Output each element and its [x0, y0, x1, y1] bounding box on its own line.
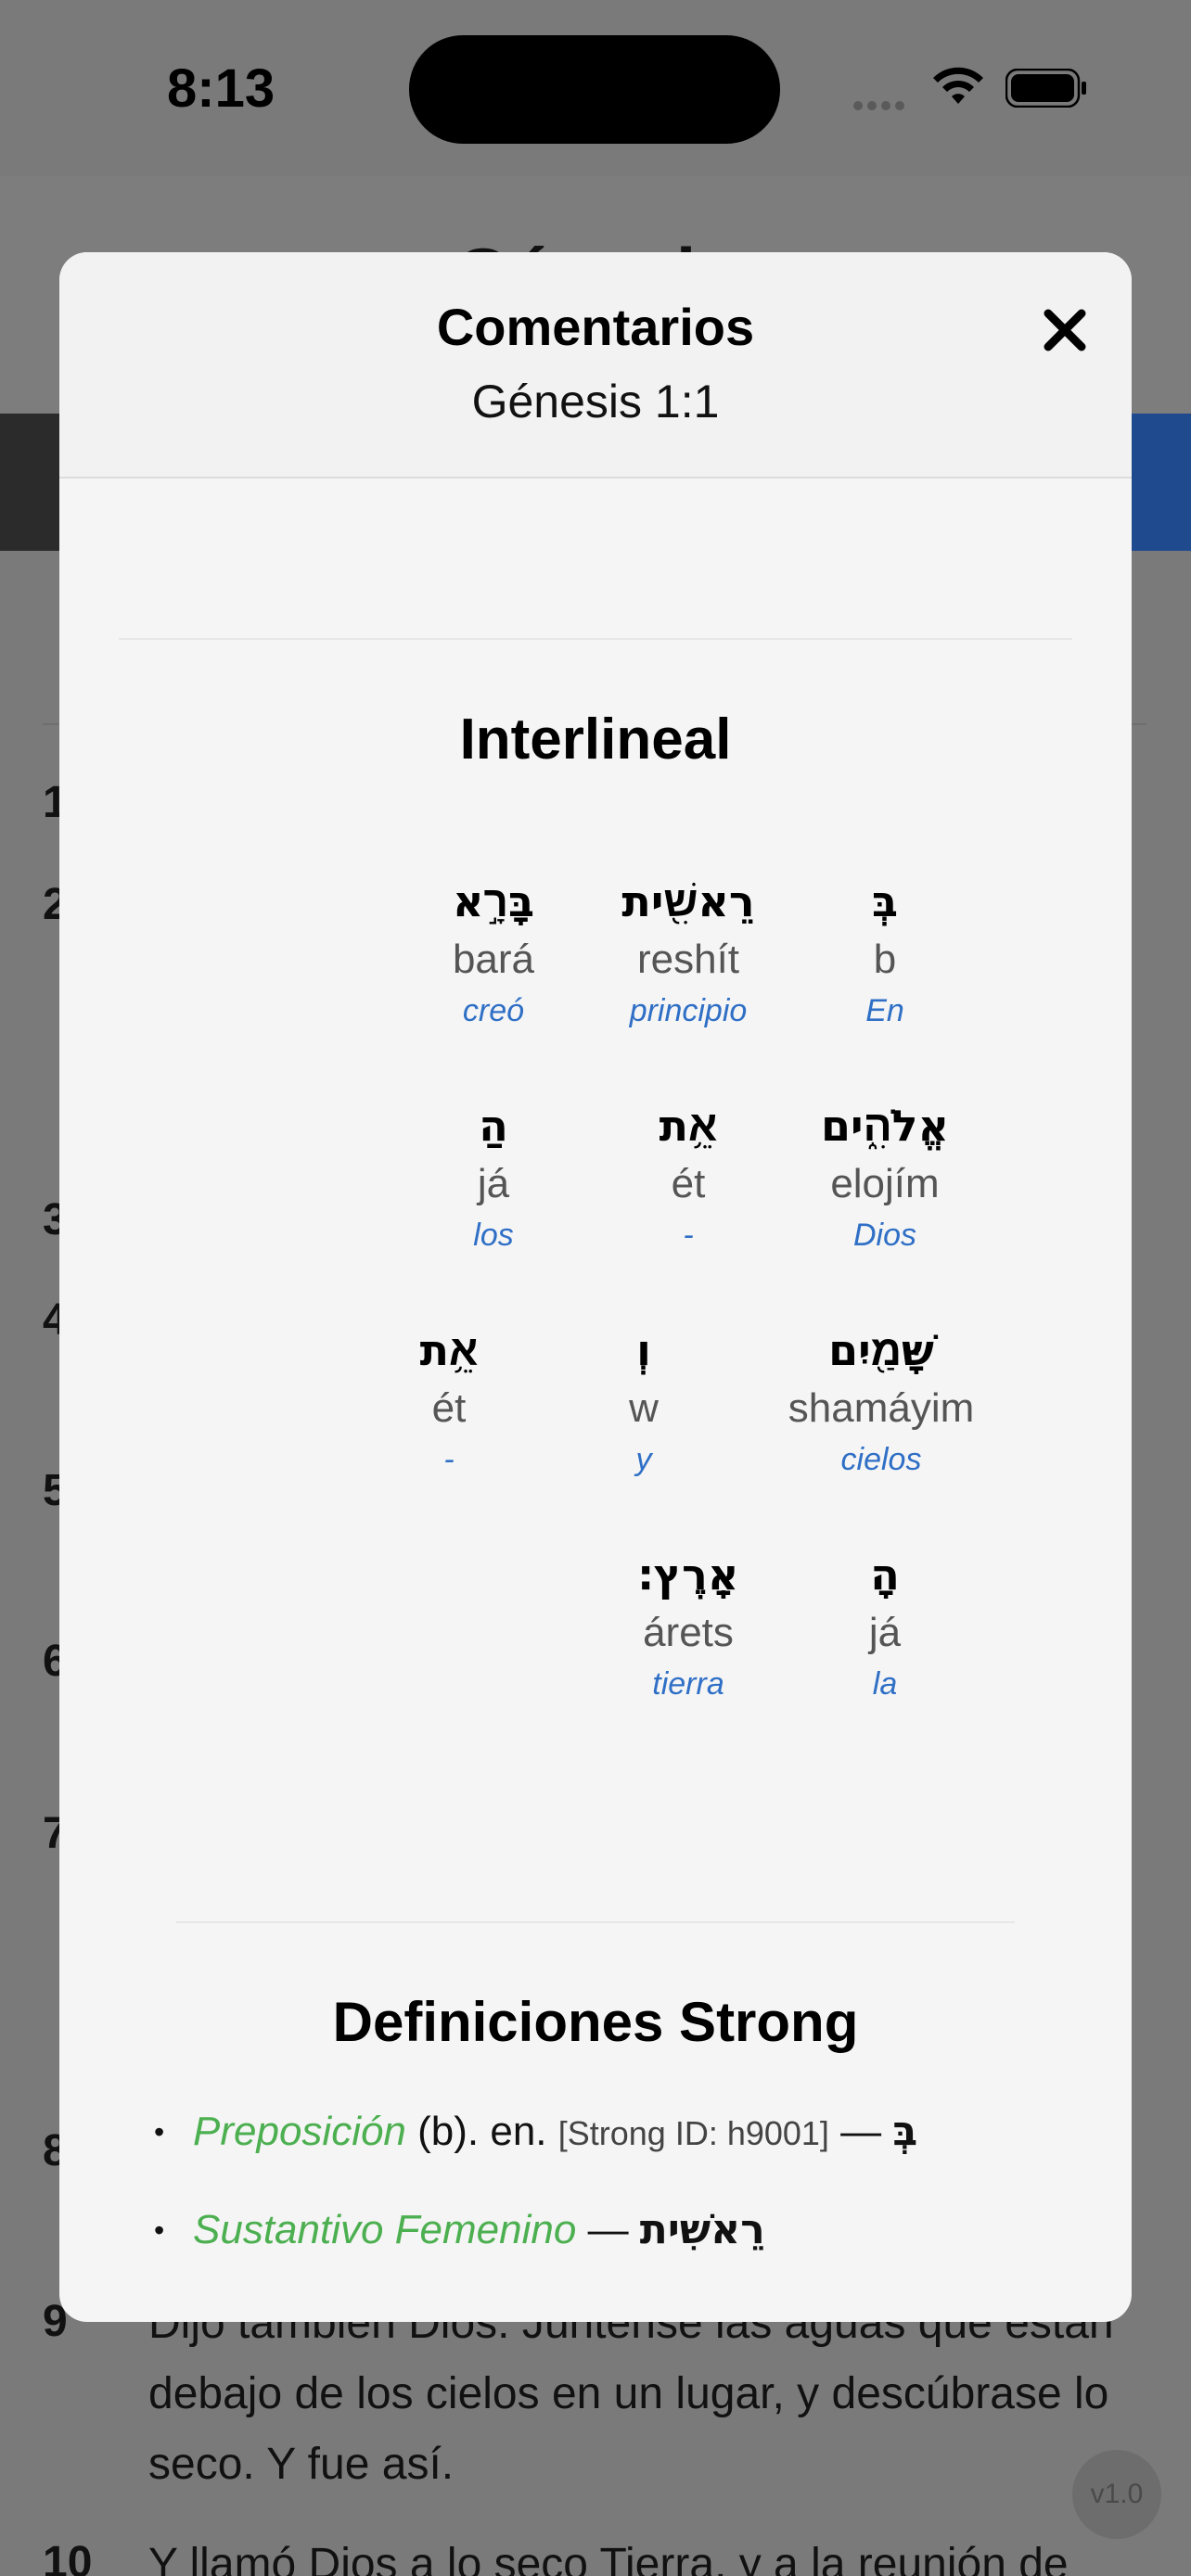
toolbar-accent-button[interactable] — [1130, 414, 1191, 551]
dash: — — [828, 2109, 893, 2154]
gloss: En — [865, 993, 904, 1028]
section-divider — [119, 638, 1072, 640]
hebrew-word: אֵ֥ת — [659, 1101, 718, 1151]
hebrew-word: אָֽרֶץ׃ — [637, 1549, 739, 1600]
strong-id: [Strong ID: h9001] — [557, 2114, 829, 2152]
section-divider — [176, 1921, 1015, 1923]
interlinear-word[interactable]: אֵ֥ת ét - — [586, 1098, 790, 1256]
transliteration: b — [873, 937, 897, 982]
hebrew-word: רֵאשִׁ֖ית — [621, 876, 755, 926]
transliteration: ét — [431, 1385, 467, 1431]
verse-number: 10 — [43, 2538, 93, 2576]
definition-text: (b). en. — [405, 2109, 558, 2154]
interlinear-word[interactable]: שָּׁמַ֖יִם shamáyim cielos — [761, 1322, 1002, 1480]
hebrew-word: בָּרָ֣א — [452, 876, 535, 926]
transliteration: reshít — [636, 937, 740, 982]
transliteration: shamáyim — [788, 1385, 975, 1431]
transliteration: bará — [452, 937, 535, 982]
part-of-speech-link[interactable]: Preposición — [193, 2109, 406, 2154]
interlinear-word[interactable]: הַ já los — [391, 1098, 596, 1256]
hebrew-word: בְּ — [871, 876, 899, 926]
interlinear-word[interactable]: בְּ b En — [783, 874, 987, 1031]
part-of-speech-link[interactable]: Sustantivo Femenino — [193, 2207, 576, 2252]
strong-definition-item: • Sustantivo Femenino — רֵאשִׁית — [148, 2196, 983, 2264]
interlinear-word[interactable]: אֵ֥ת ét - — [347, 1322, 551, 1480]
wifi-icon — [933, 67, 983, 104]
transliteration: árets — [643, 1610, 734, 1655]
close-icon[interactable] — [1035, 300, 1095, 360]
gloss: cielos — [840, 1442, 922, 1477]
battery-icon — [1005, 69, 1086, 108]
hebrew-word: וְ — [636, 1325, 651, 1375]
hebrew-word: שָּׁמַ֖יִם — [828, 1325, 934, 1375]
hebrew-word: אֱלֹהִ֑ים — [821, 1101, 949, 1151]
gloss: los — [473, 1218, 514, 1253]
list-bullet: • — [154, 2115, 165, 2149]
gloss: principio — [629, 993, 748, 1028]
transliteration: w — [629, 1385, 659, 1431]
comments-modal: Comentarios Génesis 1:1 Interlineal בְּ … — [59, 252, 1132, 2322]
transliteration: elojím — [830, 1161, 940, 1206]
hebrew-word: רֵאשִׁית — [639, 2206, 765, 2253]
transliteration: ét — [671, 1161, 706, 1206]
modal-header: Comentarios Génesis 1:1 — [59, 252, 1132, 478]
interlinear-word[interactable]: בָּרָ֣א bará creó — [391, 874, 596, 1031]
cellular-signal-icon — [853, 98, 915, 110]
modal-subtitle: Génesis 1:1 — [471, 376, 720, 427]
verse-text: Y llamó Dios a lo seco Tierra, y a la re… — [148, 2540, 1069, 2576]
interlinear-word[interactable]: הָ já la — [783, 1547, 987, 1704]
gloss: - — [443, 1442, 455, 1477]
interlinear-word[interactable]: רֵאשִׁ֖ית reshít principio — [586, 874, 790, 1031]
gloss: Dios — [852, 1218, 917, 1253]
interlinear-word[interactable]: וְ w y — [542, 1322, 746, 1480]
modal-title: Comentarios — [436, 298, 755, 356]
dynamic-island — [409, 35, 780, 144]
dash: — — [576, 2207, 640, 2252]
strong-title: Definiciones Strong — [332, 1991, 859, 2053]
gloss: creó — [462, 993, 525, 1028]
gloss: la — [872, 1666, 898, 1702]
status-bar: 8:13 — [0, 0, 1191, 176]
transliteration: já — [477, 1161, 510, 1206]
gloss: y — [635, 1442, 652, 1477]
status-time: 8:13 — [167, 58, 275, 119]
interlinear-word[interactable]: אָֽרֶץ׃ árets tierra — [586, 1547, 790, 1704]
transliteration: já — [868, 1610, 902, 1655]
version-badge: v1.0 — [1072, 2450, 1161, 2539]
list-bullet: • — [154, 2213, 165, 2247]
gloss: tierra — [652, 1666, 724, 1702]
hebrew-word: הָ — [870, 1549, 900, 1600]
strong-definition-item: • Preposición (b). en. [Strong ID: h9001… — [148, 2098, 983, 2168]
interlinear-title: Interlineal — [459, 708, 732, 772]
hebrew-word: הַ — [479, 1101, 508, 1151]
interlinear-word[interactable]: אֱלֹהִ֑ים elojím Dios — [783, 1098, 987, 1256]
strong-definitions-list: • Preposición (b). en. [Strong ID: h9001… — [148, 2098, 983, 2264]
hebrew-word: אֵ֥ת — [419, 1325, 479, 1375]
gloss: - — [683, 1218, 694, 1253]
hebrew-word: בְּ — [892, 2108, 918, 2155]
